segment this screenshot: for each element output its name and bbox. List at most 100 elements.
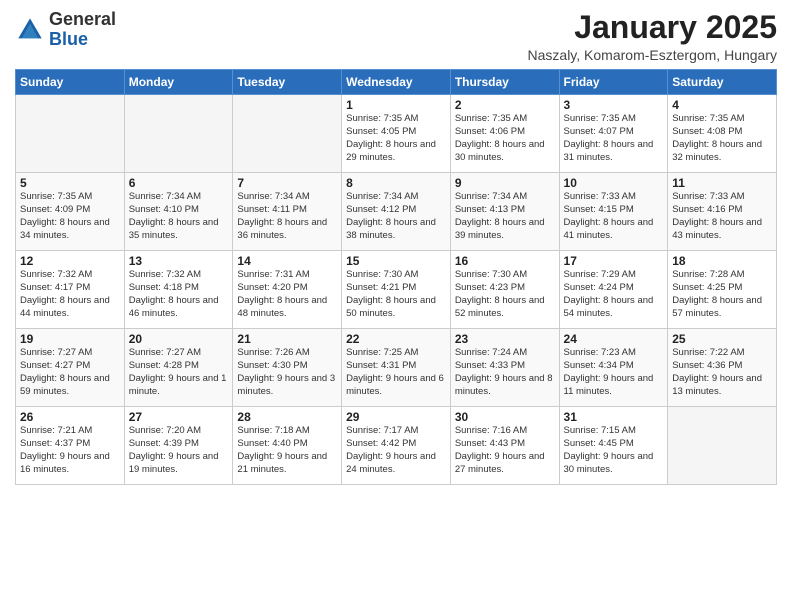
calendar-cell-3-3: 22Sunrise: 7:25 AM Sunset: 4:31 PM Dayli… [342, 329, 451, 407]
logo: General Blue [15, 10, 116, 50]
day-info-3-2: Sunrise: 7:26 AM Sunset: 4:30 PM Dayligh… [237, 347, 337, 398]
calendar-cell-0-4: 2Sunrise: 7:35 AM Sunset: 4:06 PM Daylig… [450, 95, 559, 173]
day-number-1-4: 9 [455, 176, 555, 190]
calendar-cell-4-6 [668, 407, 777, 485]
col-sunday: Sunday [16, 70, 125, 95]
day-number-3-1: 20 [129, 332, 229, 346]
day-number-0-4: 2 [455, 98, 555, 112]
day-info-3-5: Sunrise: 7:23 AM Sunset: 4:34 PM Dayligh… [564, 347, 664, 398]
day-number-0-3: 1 [346, 98, 446, 112]
day-info-4-5: Sunrise: 7:15 AM Sunset: 4:45 PM Dayligh… [564, 425, 664, 476]
day-number-3-3: 22 [346, 332, 446, 346]
week-row-3: 19Sunrise: 7:27 AM Sunset: 4:27 PM Dayli… [16, 329, 777, 407]
day-info-3-3: Sunrise: 7:25 AM Sunset: 4:31 PM Dayligh… [346, 347, 446, 398]
day-number-3-5: 24 [564, 332, 664, 346]
calendar-cell-4-5: 31Sunrise: 7:15 AM Sunset: 4:45 PM Dayli… [559, 407, 668, 485]
day-number-1-2: 7 [237, 176, 337, 190]
calendar-cell-2-4: 16Sunrise: 7:30 AM Sunset: 4:23 PM Dayli… [450, 251, 559, 329]
day-number-2-4: 16 [455, 254, 555, 268]
day-info-3-0: Sunrise: 7:27 AM Sunset: 4:27 PM Dayligh… [20, 347, 120, 398]
calendar-cell-3-1: 20Sunrise: 7:27 AM Sunset: 4:28 PM Dayli… [124, 329, 233, 407]
day-number-2-5: 17 [564, 254, 664, 268]
calendar-cell-4-1: 27Sunrise: 7:20 AM Sunset: 4:39 PM Dayli… [124, 407, 233, 485]
day-number-1-6: 11 [672, 176, 772, 190]
col-wednesday: Wednesday [342, 70, 451, 95]
calendar: Sunday Monday Tuesday Wednesday Thursday… [15, 69, 777, 485]
calendar-cell-0-0 [16, 95, 125, 173]
day-info-3-1: Sunrise: 7:27 AM Sunset: 4:28 PM Dayligh… [129, 347, 229, 398]
page: General Blue January 2025 Naszaly, Komar… [0, 0, 792, 612]
calendar-cell-3-0: 19Sunrise: 7:27 AM Sunset: 4:27 PM Dayli… [16, 329, 125, 407]
calendar-cell-2-2: 14Sunrise: 7:31 AM Sunset: 4:20 PM Dayli… [233, 251, 342, 329]
calendar-cell-2-3: 15Sunrise: 7:30 AM Sunset: 4:21 PM Dayli… [342, 251, 451, 329]
day-number-3-4: 23 [455, 332, 555, 346]
calendar-cell-2-5: 17Sunrise: 7:29 AM Sunset: 4:24 PM Dayli… [559, 251, 668, 329]
calendar-cell-2-1: 13Sunrise: 7:32 AM Sunset: 4:18 PM Dayli… [124, 251, 233, 329]
day-info-2-4: Sunrise: 7:30 AM Sunset: 4:23 PM Dayligh… [455, 269, 555, 320]
logo-general: General [49, 9, 116, 29]
col-tuesday: Tuesday [233, 70, 342, 95]
day-number-4-1: 27 [129, 410, 229, 424]
day-number-2-3: 15 [346, 254, 446, 268]
day-info-4-4: Sunrise: 7:16 AM Sunset: 4:43 PM Dayligh… [455, 425, 555, 476]
day-info-1-3: Sunrise: 7:34 AM Sunset: 4:12 PM Dayligh… [346, 191, 446, 242]
calendar-cell-4-3: 29Sunrise: 7:17 AM Sunset: 4:42 PM Dayli… [342, 407, 451, 485]
day-info-0-6: Sunrise: 7:35 AM Sunset: 4:08 PM Dayligh… [672, 113, 772, 164]
calendar-cell-0-5: 3Sunrise: 7:35 AM Sunset: 4:07 PM Daylig… [559, 95, 668, 173]
calendar-cell-4-4: 30Sunrise: 7:16 AM Sunset: 4:43 PM Dayli… [450, 407, 559, 485]
day-number-3-0: 19 [20, 332, 120, 346]
calendar-cell-0-1 [124, 95, 233, 173]
calendar-cell-2-0: 12Sunrise: 7:32 AM Sunset: 4:17 PM Dayli… [16, 251, 125, 329]
day-info-0-3: Sunrise: 7:35 AM Sunset: 4:05 PM Dayligh… [346, 113, 446, 164]
day-info-1-5: Sunrise: 7:33 AM Sunset: 4:15 PM Dayligh… [564, 191, 664, 242]
calendar-cell-1-4: 9Sunrise: 7:34 AM Sunset: 4:13 PM Daylig… [450, 173, 559, 251]
day-number-1-5: 10 [564, 176, 664, 190]
day-info-1-6: Sunrise: 7:33 AM Sunset: 4:16 PM Dayligh… [672, 191, 772, 242]
header: General Blue January 2025 Naszaly, Komar… [15, 10, 777, 63]
day-number-0-6: 4 [672, 98, 772, 112]
calendar-cell-1-6: 11Sunrise: 7:33 AM Sunset: 4:16 PM Dayli… [668, 173, 777, 251]
week-row-1: 5Sunrise: 7:35 AM Sunset: 4:09 PM Daylig… [16, 173, 777, 251]
calendar-cell-3-5: 24Sunrise: 7:23 AM Sunset: 4:34 PM Dayli… [559, 329, 668, 407]
day-info-1-0: Sunrise: 7:35 AM Sunset: 4:09 PM Dayligh… [20, 191, 120, 242]
calendar-cell-1-0: 5Sunrise: 7:35 AM Sunset: 4:09 PM Daylig… [16, 173, 125, 251]
day-info-3-6: Sunrise: 7:22 AM Sunset: 4:36 PM Dayligh… [672, 347, 772, 398]
day-info-2-1: Sunrise: 7:32 AM Sunset: 4:18 PM Dayligh… [129, 269, 229, 320]
day-number-4-0: 26 [20, 410, 120, 424]
col-friday: Friday [559, 70, 668, 95]
main-title: January 2025 [528, 10, 777, 45]
day-info-2-5: Sunrise: 7:29 AM Sunset: 4:24 PM Dayligh… [564, 269, 664, 320]
calendar-cell-0-2 [233, 95, 342, 173]
day-number-1-0: 5 [20, 176, 120, 190]
subtitle: Naszaly, Komarom-Esztergom, Hungary [528, 47, 777, 63]
day-number-4-2: 28 [237, 410, 337, 424]
logo-text: General Blue [49, 10, 116, 50]
col-monday: Monday [124, 70, 233, 95]
day-info-0-4: Sunrise: 7:35 AM Sunset: 4:06 PM Dayligh… [455, 113, 555, 164]
day-info-1-1: Sunrise: 7:34 AM Sunset: 4:10 PM Dayligh… [129, 191, 229, 242]
day-number-4-3: 29 [346, 410, 446, 424]
calendar-cell-1-2: 7Sunrise: 7:34 AM Sunset: 4:11 PM Daylig… [233, 173, 342, 251]
day-number-2-6: 18 [672, 254, 772, 268]
calendar-cell-2-6: 18Sunrise: 7:28 AM Sunset: 4:25 PM Dayli… [668, 251, 777, 329]
title-block: January 2025 Naszaly, Komarom-Esztergom,… [528, 10, 777, 63]
day-number-0-5: 3 [564, 98, 664, 112]
day-info-4-3: Sunrise: 7:17 AM Sunset: 4:42 PM Dayligh… [346, 425, 446, 476]
calendar-cell-1-5: 10Sunrise: 7:33 AM Sunset: 4:15 PM Dayli… [559, 173, 668, 251]
day-info-2-3: Sunrise: 7:30 AM Sunset: 4:21 PM Dayligh… [346, 269, 446, 320]
day-number-3-6: 25 [672, 332, 772, 346]
day-number-3-2: 21 [237, 332, 337, 346]
calendar-cell-4-2: 28Sunrise: 7:18 AM Sunset: 4:40 PM Dayli… [233, 407, 342, 485]
day-info-3-4: Sunrise: 7:24 AM Sunset: 4:33 PM Dayligh… [455, 347, 555, 398]
day-info-1-2: Sunrise: 7:34 AM Sunset: 4:11 PM Dayligh… [237, 191, 337, 242]
day-number-2-1: 13 [129, 254, 229, 268]
day-number-1-3: 8 [346, 176, 446, 190]
calendar-cell-4-0: 26Sunrise: 7:21 AM Sunset: 4:37 PM Dayli… [16, 407, 125, 485]
day-number-2-0: 12 [20, 254, 120, 268]
calendar-cell-0-6: 4Sunrise: 7:35 AM Sunset: 4:08 PM Daylig… [668, 95, 777, 173]
logo-blue: Blue [49, 29, 88, 49]
calendar-cell-3-2: 21Sunrise: 7:26 AM Sunset: 4:30 PM Dayli… [233, 329, 342, 407]
calendar-cell-3-4: 23Sunrise: 7:24 AM Sunset: 4:33 PM Dayli… [450, 329, 559, 407]
day-info-1-4: Sunrise: 7:34 AM Sunset: 4:13 PM Dayligh… [455, 191, 555, 242]
day-info-2-0: Sunrise: 7:32 AM Sunset: 4:17 PM Dayligh… [20, 269, 120, 320]
